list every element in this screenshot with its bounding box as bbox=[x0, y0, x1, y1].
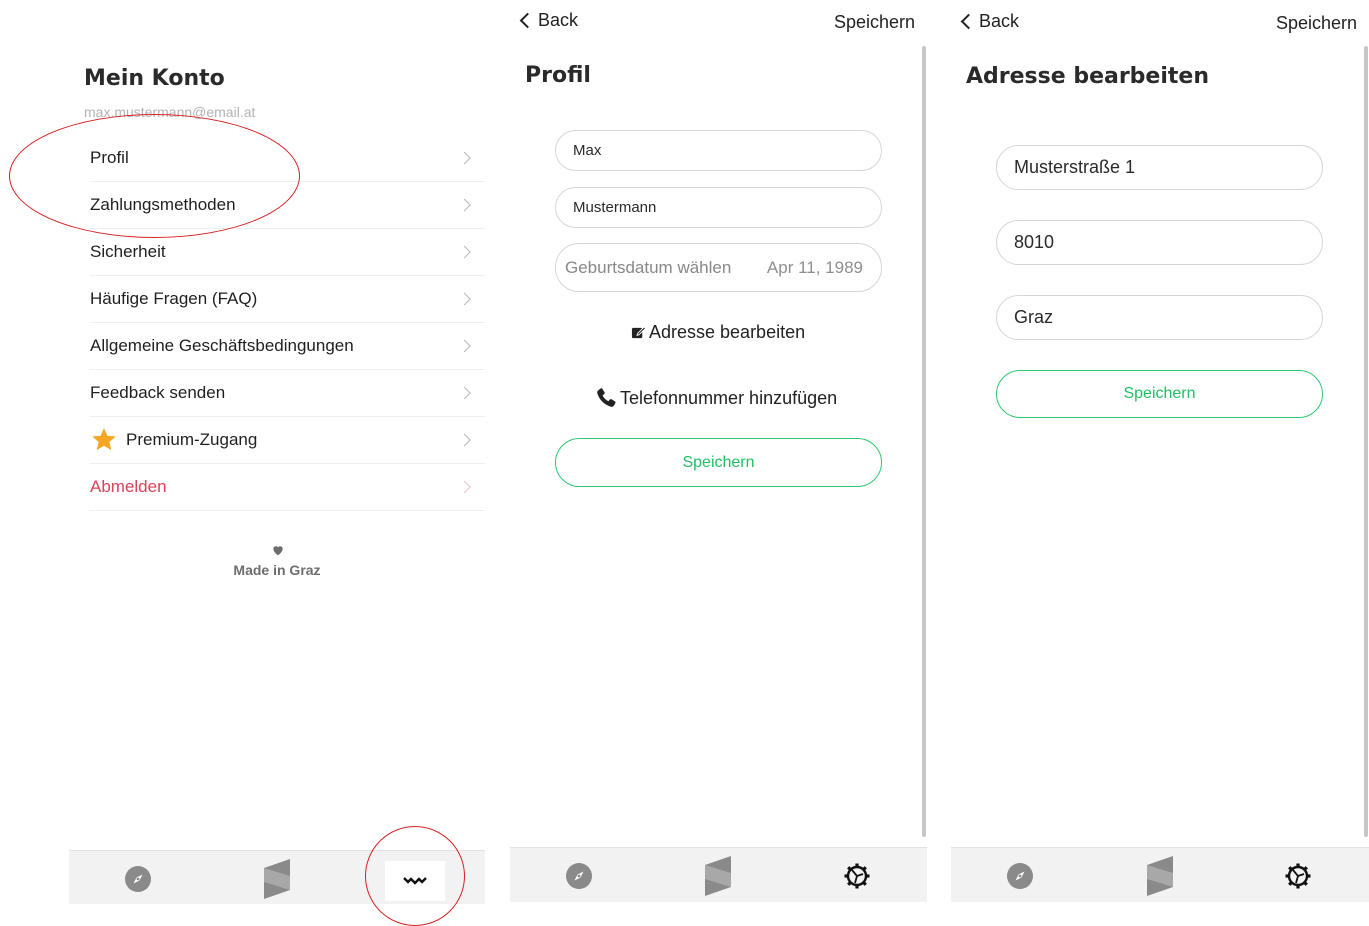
menu-item-label: Zahlungsmethoden bbox=[90, 195, 236, 214]
birthdate-value: Apr 11, 1989 bbox=[766, 257, 863, 277]
star-icon bbox=[92, 428, 116, 451]
gear-icon bbox=[403, 877, 427, 885]
tab-map[interactable] bbox=[688, 848, 748, 903]
tab-settings[interactable] bbox=[1268, 848, 1328, 903]
edit-address-label: Adresse bearbeiten bbox=[649, 322, 806, 342]
menu-item-label: Sicherheit bbox=[90, 242, 166, 261]
menu-item-agb[interactable]: Allgemeine Geschäftsbedingungen bbox=[90, 323, 485, 370]
tab-explore[interactable] bbox=[549, 848, 609, 903]
edit-address-link[interactable]: Adresse bearbeiten bbox=[631, 322, 805, 343]
chevron-right-icon bbox=[458, 292, 471, 306]
chevron-right-icon bbox=[458, 480, 471, 494]
tab-explore[interactable] bbox=[990, 848, 1050, 903]
chevron-left-icon bbox=[960, 13, 977, 30]
chevron-right-icon bbox=[458, 433, 471, 447]
city-value: Graz bbox=[1014, 307, 1054, 327]
tab-settings[interactable] bbox=[827, 848, 887, 903]
save-button[interactable]: Speichern bbox=[555, 438, 882, 487]
phone-icon bbox=[597, 388, 616, 407]
menu-item-profil[interactable]: Profil bbox=[90, 135, 485, 182]
city-input[interactable]: Graz bbox=[996, 295, 1323, 340]
save-top-button[interactable]: Speichern bbox=[1276, 13, 1357, 34]
tab-bar bbox=[69, 850, 485, 904]
zip-value: 8010 bbox=[1014, 232, 1055, 252]
account-screen: Mein Konto max.mustermann@email.at Profi… bbox=[69, 0, 485, 908]
tab-explore[interactable] bbox=[108, 851, 168, 906]
tab-map[interactable] bbox=[247, 851, 307, 906]
tab-settings[interactable] bbox=[385, 861, 445, 901]
save-button[interactable]: Speichern bbox=[996, 370, 1323, 418]
menu-item-label: Feedback senden bbox=[90, 383, 226, 402]
compass-icon bbox=[566, 862, 592, 889]
chevron-right-icon bbox=[458, 198, 471, 212]
menu-item-premium[interactable]: Premium-Zugang bbox=[90, 417, 485, 464]
add-phone-label: Telefonnummer hinzufügen bbox=[620, 387, 838, 408]
made-in-label: Made in Graz bbox=[233, 562, 321, 578]
map-icon bbox=[1147, 855, 1173, 896]
birthdate-picker[interactable]: Geburtsdatum wählen Apr 11, 1989 bbox=[555, 243, 882, 292]
profile-screen: Back Speichern Profil Max Mustermann Geb… bbox=[510, 0, 927, 908]
scrollbar[interactable] bbox=[922, 46, 926, 837]
menu-item-zahlungsmethoden[interactable]: Zahlungsmethoden bbox=[90, 182, 485, 229]
page-title: Adresse bearbeiten bbox=[966, 64, 1209, 89]
back-label: Back bbox=[979, 11, 1020, 31]
menu-item-label: Premium-Zugang bbox=[126, 430, 258, 449]
menu-item-feedback[interactable]: Feedback senden bbox=[90, 370, 485, 417]
chevron-right-icon bbox=[458, 386, 471, 400]
tab-bar bbox=[510, 847, 927, 902]
menu-item-logout[interactable]: Abmelden bbox=[90, 464, 485, 511]
back-button[interactable]: Back bbox=[518, 10, 578, 31]
chevron-right-icon bbox=[458, 245, 471, 259]
compass-icon bbox=[1007, 862, 1033, 889]
tab-map[interactable] bbox=[1130, 848, 1190, 903]
add-phone-link[interactable]: Telefonnummer hinzufügen bbox=[594, 386, 837, 410]
gear-icon bbox=[844, 863, 870, 888]
menu-item-sicherheit[interactable]: Sicherheit bbox=[90, 229, 485, 276]
map-icon bbox=[705, 855, 731, 896]
address-screen: Back Speichern Adresse bearbeiten Muster… bbox=[951, 0, 1369, 908]
chevron-right-icon bbox=[458, 151, 471, 165]
tab-bar bbox=[951, 847, 1369, 902]
last-name-input[interactable]: Mustermann bbox=[555, 187, 882, 228]
scrollbar[interactable] bbox=[1364, 46, 1368, 837]
street-input[interactable]: Musterstraße 1 bbox=[996, 145, 1323, 190]
birthdate-placeholder: Geburtsdatum wählen bbox=[565, 257, 732, 277]
last-name-value: Mustermann bbox=[573, 199, 657, 216]
compass-icon bbox=[125, 865, 151, 892]
first-name-value: Max bbox=[573, 142, 602, 159]
page-title: Mein Konto bbox=[84, 66, 225, 91]
first-name-input[interactable]: Max bbox=[555, 130, 882, 171]
heart-icon bbox=[273, 546, 283, 556]
menu-item-faq[interactable]: Häufige Fragen (FAQ) bbox=[90, 276, 485, 323]
map-icon bbox=[264, 858, 290, 899]
street-value: Musterstraße 1 bbox=[1014, 157, 1136, 177]
gear-icon bbox=[1285, 863, 1311, 888]
chevron-left-icon bbox=[519, 12, 536, 29]
account-email: max.mustermann@email.at bbox=[84, 104, 256, 120]
save-top-button[interactable]: Speichern bbox=[834, 12, 915, 33]
menu-item-label: Häufige Fragen (FAQ) bbox=[90, 289, 258, 308]
zip-input[interactable]: 8010 bbox=[996, 220, 1323, 265]
page-title: Profil bbox=[525, 63, 591, 88]
back-button[interactable]: Back bbox=[959, 11, 1019, 32]
menu-item-label: Profil bbox=[90, 148, 129, 167]
edit-icon bbox=[631, 326, 646, 339]
account-menu: Profil Zahlungsmethoden Sicherheit Häufi… bbox=[90, 135, 485, 511]
menu-item-label: Allgemeine Geschäftsbedingungen bbox=[90, 336, 354, 355]
chevron-right-icon bbox=[458, 339, 471, 353]
menu-item-label: Abmelden bbox=[90, 477, 167, 496]
back-label: Back bbox=[538, 10, 579, 30]
